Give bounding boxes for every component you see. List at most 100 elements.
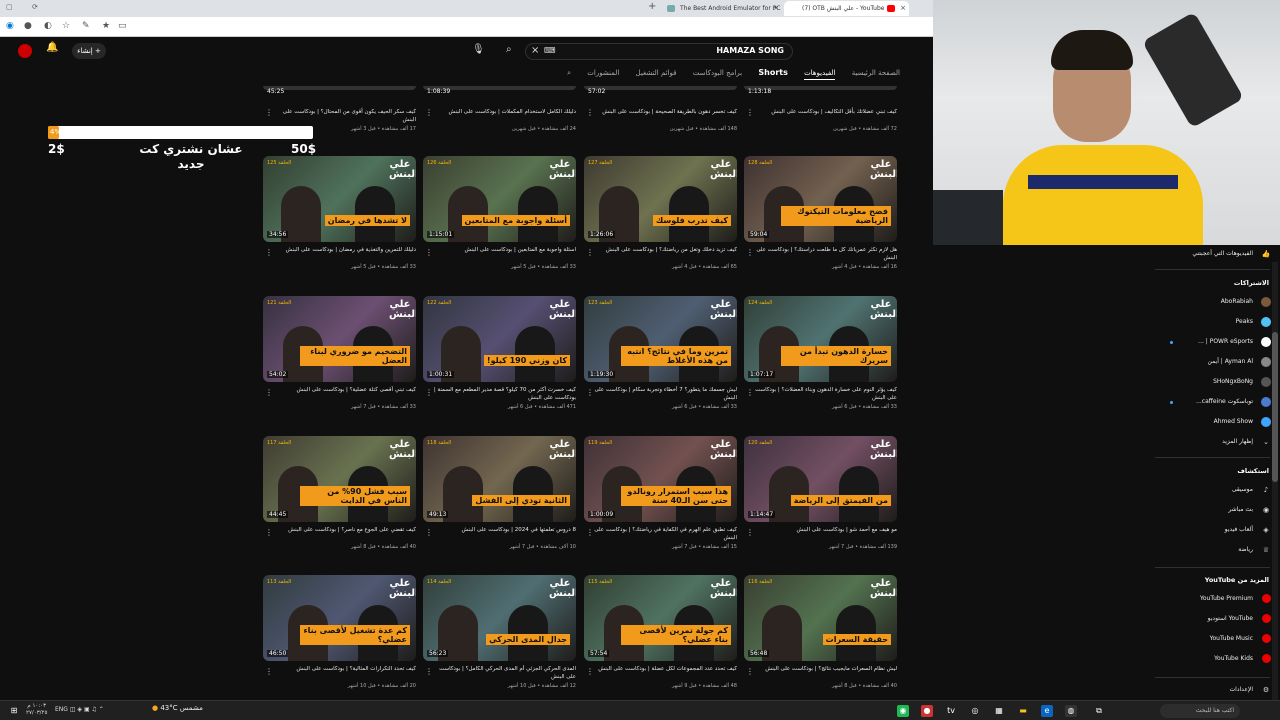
video-thumbnail[interactable]: الحلقة 127 علي البنش كيف تدرب فلوسك 1:26:06 <box>584 156 737 242</box>
video-card[interactable]: الحلقة 124 علي البنش خسارة الدهون تبدأ من … <box>744 296 897 435</box>
star-icon[interactable]: ☆ <box>62 21 70 31</box>
video-card[interactable]: الحلقة 115 علي البنش كم جولة تمرين لأقصى ب… <box>584 575 737 714</box>
taskbar-app-chrome-icon[interactable]: ◍ <box>1065 705 1077 717</box>
video-thumbnail[interactable]: الحلقة 126 علي البنش أسئلة واجوبة مع المتا… <box>423 156 576 242</box>
video-thumbnail[interactable]: الحلقة 119 علي البنش هذا سبب استمرار رونال… <box>584 436 737 522</box>
keyboard-icon[interactable]: ⌨ <box>544 46 556 55</box>
tab-posts[interactable]: المنشورات <box>587 69 619 77</box>
profile-icon[interactable]: ● <box>24 21 32 31</box>
video-thumbnail[interactable]: الحلقة 114 علي البنش جدال المدى الحركي 56:2… <box>423 575 576 661</box>
sidebar-explore-item[interactable]: ألعاب فيديو <box>1225 526 1253 533</box>
close-tab-icon[interactable]: × <box>773 1 779 16</box>
video-title[interactable]: كيف تقضي على الجوع مع ناصر؟ | بودكاست عل… <box>271 526 416 534</box>
tab-actions-icon[interactable]: ⟳ <box>32 3 38 11</box>
clear-search-icon[interactable]: × <box>531 45 539 56</box>
sidebar-more-item[interactable]: YouTube Premium <box>1200 595 1253 602</box>
video-title[interactable]: مو هيف مع أحمد شو | بودكاست على البنش <box>752 526 897 534</box>
system-tray[interactable]: ENG ◫ ◈ ▣ ♫ ⌃ <box>55 706 104 713</box>
video-title[interactable]: ليش جسمك ما يتطور؟ 7 أخطاء وتجربة سكام |… <box>592 386 737 402</box>
voice-search-mic-icon[interactable]: 🎙 <box>472 44 485 55</box>
video-thumbnail[interactable]: الحلقة 128 علي البنش فضح معلومات التيكتوك … <box>744 156 897 242</box>
notifications-bell-icon[interactable]: 🔔 <box>46 42 58 53</box>
sidebar-settings[interactable]: الإعدادات <box>1230 686 1253 693</box>
video-thumbnail[interactable]: الحلقة 123 علي البنش تمرين وما في نتائج؟ ا… <box>584 296 737 382</box>
taskbar-app-camera-icon[interactable]: ◎ <box>969 705 981 717</box>
scrollbar-thumb[interactable] <box>1272 332 1278 482</box>
create-button[interactable]: إنشاء + <box>72 43 106 59</box>
video-title[interactable]: كيف تزيد دخلك وتغل من رياضتك؟ | بودكاست … <box>592 246 737 254</box>
video-title[interactable]: كيف تبني أقصى كتلة عضلية؟ | بودكاست على … <box>271 386 416 394</box>
video-title[interactable]: كيف خسرت أكثر من 70 كيلو؟ قصة مدير المطع… <box>431 386 576 402</box>
sidebar-more-item[interactable]: YouTube Music <box>1210 635 1253 642</box>
sidebar-show-more[interactable]: إظهار المزيد <box>1222 438 1253 445</box>
puzzle-icon[interactable]: ✎ <box>82 21 90 31</box>
video-thumbnail[interactable]: الحلقة 113 علي البنش كم عدة تشغيل لأقصى بن… <box>263 575 416 661</box>
video-thumbnail[interactable]: الحلقة 115 علي البنش كم جولة تمرين لأقصى ب… <box>584 575 737 661</box>
sidebar-subscription-item[interactable]: توباسكوت caffeine... <box>1196 398 1253 405</box>
sidebar-subscription-item[interactable]: Ayman Al | أيمن <box>1208 358 1253 365</box>
sidebar-more-item[interactable]: YouTube استوديو <box>1208 615 1253 622</box>
video-card[interactable]: الحلقة 116 علي البنش حقيقة السعرات 56:48 ⋮ لي… <box>744 575 897 714</box>
sidebar-item-liked[interactable]: الفيديوهات التي أعجبتني <box>1192 250 1253 257</box>
video-thumbnail[interactable]: الحلقة 122 علي البنش كان وزني 190 كيلو! 1:0… <box>423 296 576 382</box>
taskbar-app-store-icon[interactable]: ▦ <box>993 705 1005 717</box>
sidebar-more-item[interactable]: YouTube Kids <box>1214 655 1253 662</box>
video-thumbnail[interactable]: الحلقة 120 علي البنش من الفيمتق إلى الرياض… <box>744 436 897 522</box>
sidebar-subscription-item[interactable]: POWR eSports | ... <box>1198 338 1253 345</box>
video-card[interactable]: الحلقة 127 علي البنش كيف تدرب فلوسك 1:26:06… <box>584 156 737 295</box>
window-menu-icon[interactable]: ▢ <box>6 3 13 11</box>
video-card[interactable]: الحلقة 128 علي البنش فضح معلومات التيكتوك … <box>744 156 897 295</box>
video-card[interactable]: الحلقة 121 علي البنش التضخيم مو ضروري لبنا… <box>263 296 416 435</box>
video-thumbnail[interactable]: الحلقة 121 علي البنش التضخيم مو ضروري لبنا… <box>263 296 416 382</box>
video-title[interactable]: كيف تحدد التكرارات المثالية؟ | بودكاست ع… <box>271 665 416 673</box>
video-card[interactable]: الحلقة 119 علي البنش هذا سبب استمرار رونال… <box>584 436 737 575</box>
video-card[interactable]: الحلقة 113 علي البنش كم عدة تشغيل لأقصى بن… <box>263 575 416 714</box>
close-tab-icon[interactable]: × <box>900 1 906 16</box>
taskbar-app-edge-icon[interactable]: e <box>1041 705 1053 717</box>
video-title[interactable]: كيف تحدد عدد المجموعات لكل عضلة | بودكاس… <box>592 665 737 673</box>
sidebar-subscription-item[interactable]: SHoNgxBoNg <box>1213 378 1253 385</box>
sidebar-subscription-item[interactable]: Peaks <box>1236 318 1253 325</box>
taskbar-clock[interactable]: ١٠:٠٣ م ٢٧/٠٣/٢٥ <box>26 703 47 717</box>
video-title[interactable]: كيف تطبق علم الهرم في الكفاية في رياضتك؟… <box>592 526 737 542</box>
video-title[interactable]: ليش نظام السعرات مايجيب نتائج؟ | بودكاست… <box>752 665 897 673</box>
new-tab-icon[interactable]: + <box>648 1 656 12</box>
search-input[interactable]: × ⌨ HAMAZA SONG <box>525 43 793 60</box>
search-icon[interactable]: ⌕ <box>506 44 512 55</box>
video-thumbnail[interactable]: الحلقة 116 علي البنش حقيقة السعرات 56:48 <box>744 575 897 661</box>
sidebar-explore-item[interactable]: بث مباشر <box>1228 506 1253 513</box>
tab-android-emulator[interactable]: The Best Android Emulator for PC × <box>662 1 782 16</box>
task-view-icon[interactable]: ⧉ <box>1093 705 1105 717</box>
video-title[interactable]: المدى الحركي الجزئي أم المدى الحركي الكا… <box>431 665 576 681</box>
sidebar-subscription-item[interactable]: AboRabiah <box>1221 298 1253 305</box>
video-thumbnail[interactable]: الحلقة 124 علي البنش خسارة الدهون تبدأ من … <box>744 296 897 382</box>
taskbar-app-tv-icon[interactable]: tv <box>945 705 957 717</box>
windows-start-icon[interactable]: ⊞ <box>8 705 20 717</box>
taskbar-weather[interactable]: ● 43°C مشمس <box>152 704 203 712</box>
avatar[interactable] <box>18 44 32 58</box>
video-thumbnail[interactable]: الحلقة 118 علي البنش الثانية تودي إلى الفش… <box>423 436 576 522</box>
video-card[interactable]: الحلقة 114 علي البنش جدال المدى الحركي 56:2… <box>423 575 576 714</box>
video-title[interactable]: دليلك للتمرين والتغذية في رمضان | بودكاس… <box>271 246 416 254</box>
favorites-icon[interactable]: ★ <box>102 21 110 31</box>
sidebar-explore-item[interactable]: موسيقى <box>1232 486 1253 493</box>
taskbar-app-spotify-icon[interactable]: ◉ <box>897 705 909 717</box>
video-card[interactable]: الحلقة 126 علي البنش أسئلة واجوبة مع المتا… <box>423 156 576 295</box>
collections-icon[interactable]: ▭ <box>118 21 127 31</box>
video-card[interactable]: الحلقة 118 علي البنش الثانية تودي إلى الفش… <box>423 436 576 575</box>
video-thumbnail[interactable]: الحلقة 117 علي البنش سبب فشل 90% من الناس … <box>263 436 416 522</box>
taskbar-search-input[interactable]: اكتب هنا للبحث <box>1160 704 1240 718</box>
tab-youtube[interactable]: (7) OTB علي البنش - YouTube × <box>784 1 909 16</box>
taskbar-app-recorder-icon[interactable]: ● <box>921 705 933 717</box>
extension-icon[interactable]: ◐ <box>44 21 52 31</box>
page-scrollbar[interactable] <box>1272 262 1278 700</box>
tab-videos[interactable]: الفيديوهات <box>804 69 836 80</box>
tab-shorts[interactable]: Shorts <box>758 68 787 77</box>
sidebar-explore-item[interactable]: رياضة <box>1238 546 1253 553</box>
channel-search-icon[interactable]: ⌕ <box>567 69 571 78</box>
video-title[interactable]: كيف يؤثر النوم على خسارة الدهون وبناء ال… <box>752 386 897 402</box>
video-card[interactable]: الحلقة 122 علي البنش كان وزني 190 كيلو! 1:0… <box>423 296 576 435</box>
tab-podcasts[interactable]: برامج البودكاست <box>693 69 742 77</box>
tab-playlists[interactable]: قوائم التشغيل <box>636 69 677 77</box>
video-card[interactable]: الحلقة 123 علي البنش تمرين وما في نتائج؟ ا… <box>584 296 737 435</box>
